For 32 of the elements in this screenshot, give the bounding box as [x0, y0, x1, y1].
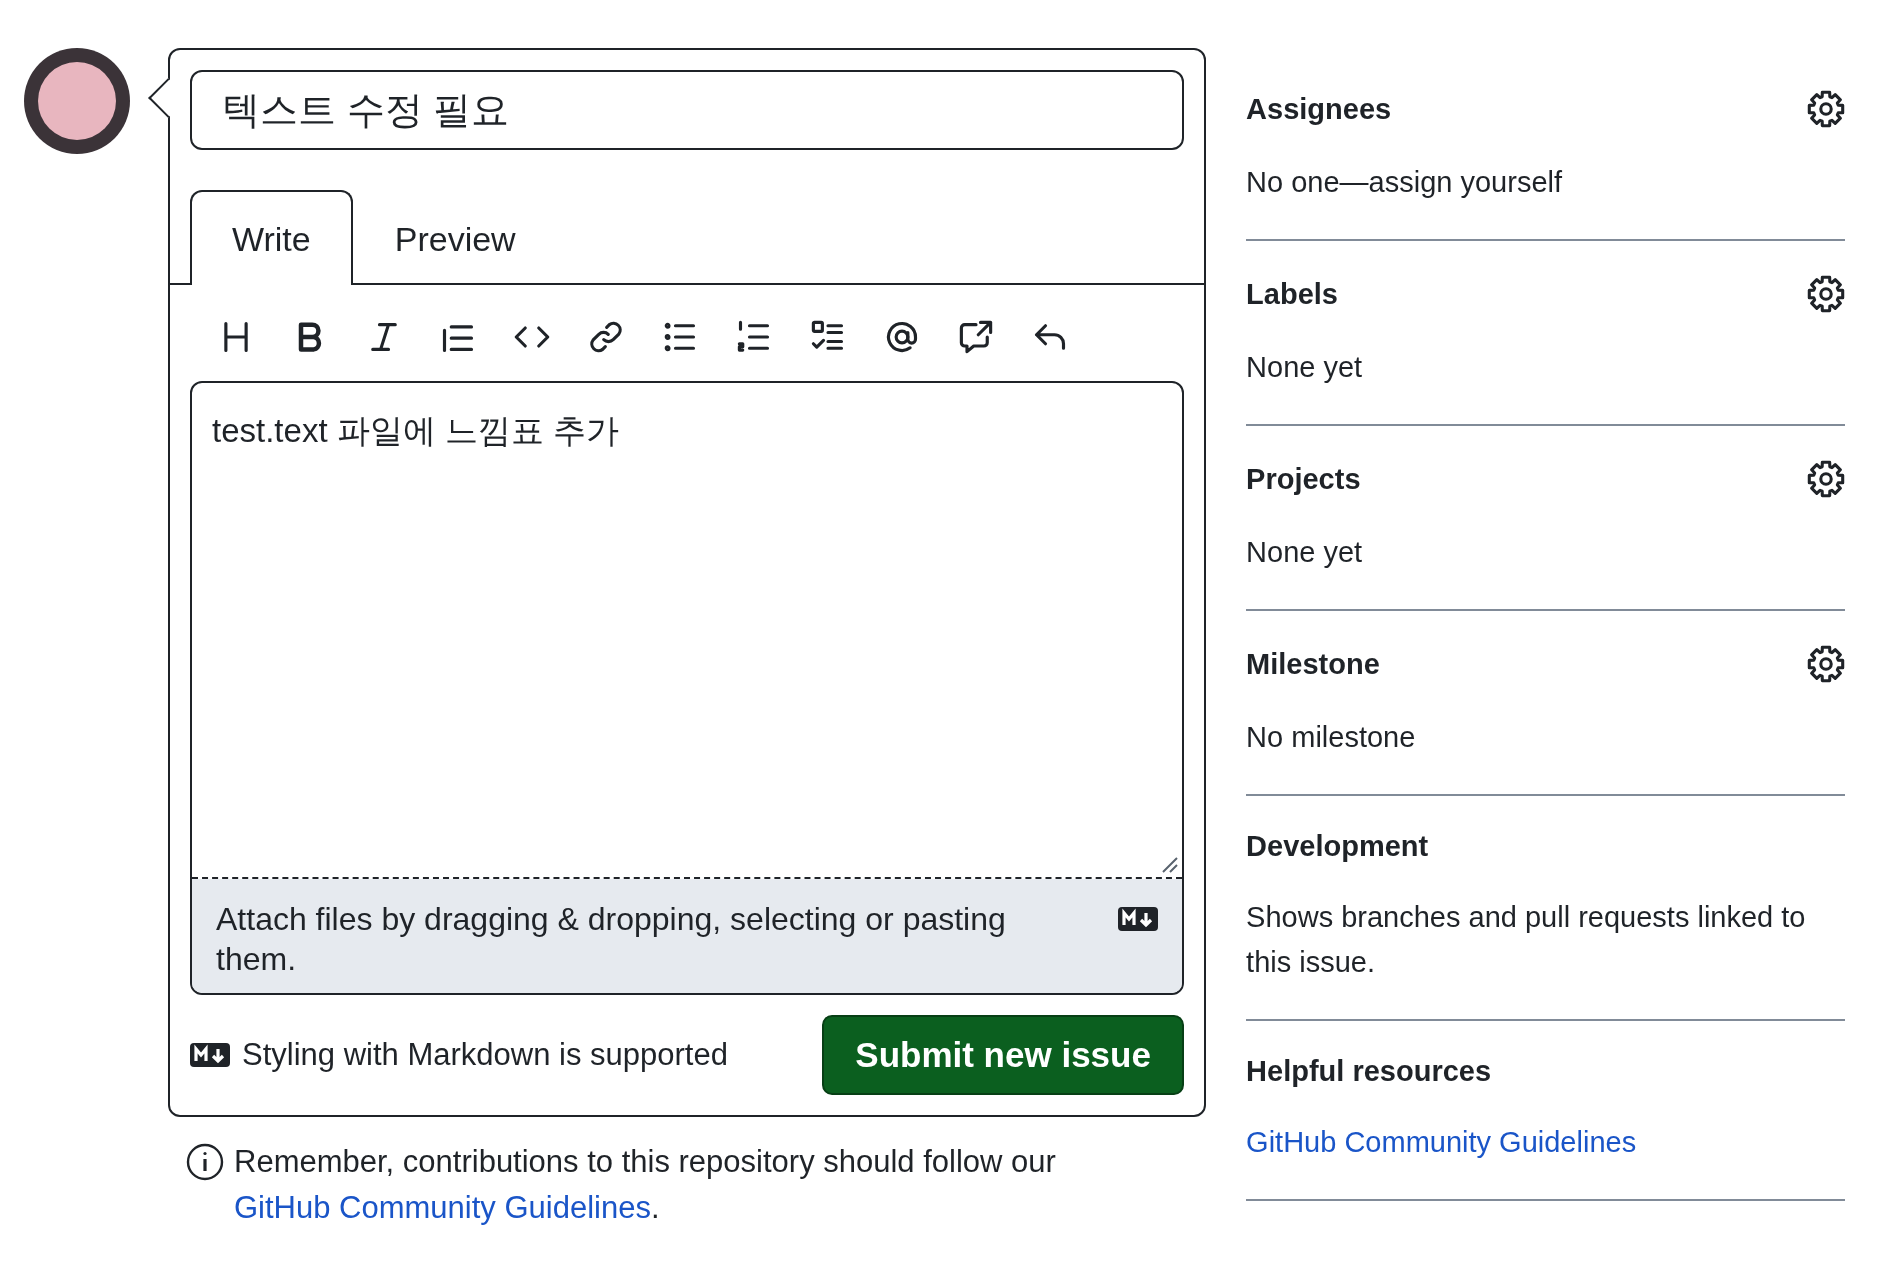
settings-icon[interactable]	[1807, 645, 1845, 683]
markdown-note: Styling with Markdown is supported	[242, 1037, 728, 1073]
settings-icon[interactable]	[1807, 90, 1845, 128]
sidebar-heading: Labels	[1246, 277, 1338, 311]
markdown-icon	[1118, 907, 1159, 931]
sidebar-heading: Development	[1246, 830, 1429, 863]
settings-icon[interactable]	[1807, 275, 1845, 313]
info-icon	[186, 1143, 224, 1181]
settings-icon[interactable]	[1807, 460, 1845, 498]
sidebar-heading: Milestone	[1246, 647, 1380, 681]
comment-text[interactable]: test.text 파일에 느낌표 추가	[212, 409, 1163, 454]
cross-reference-icon[interactable]	[958, 319, 994, 355]
sidebar-heading: Helpful resources	[1246, 1055, 1492, 1088]
link-icon[interactable]	[588, 319, 624, 355]
sidebar-value: None yet	[1246, 350, 1364, 385]
markdown-icon	[190, 1043, 230, 1067]
guidelines-link[interactable]: GitHub Community Guidelines	[1246, 1126, 1637, 1158]
editor-tab[interactable]: Write	[190, 190, 353, 285]
title-field[interactable]: 텍스트 수정 필요	[190, 70, 1185, 150]
contribution-note: Remember, contributions to this repository should follow our GitHub Community Guidelines.	[234, 1143, 1057, 1227]
sidebar-value: Shows branches and pull requests linked to this issue.	[1246, 900, 1807, 980]
sidebar-heading: Projects	[1246, 462, 1361, 496]
sidebar-value: None yet	[1246, 535, 1364, 570]
sidebar-heading: Assignees	[1246, 92, 1392, 126]
sidebar-value: No milestone	[1246, 720, 1417, 755]
numbered-list-icon[interactable]	[736, 319, 772, 355]
attach-files-hint: Attach files by dragging & dropping, selecting or pasting them.	[216, 900, 1007, 979]
editor-tab[interactable]: Preview	[352, 190, 558, 285]
sidebar-value: No one—assign yourself	[1246, 165, 1564, 200]
submit-button[interactable]: Submit new issue	[822, 1015, 1185, 1095]
guidelines-link[interactable]: GitHub Community Guidelines	[234, 1190, 651, 1225]
mention-icon[interactable]	[884, 319, 920, 355]
